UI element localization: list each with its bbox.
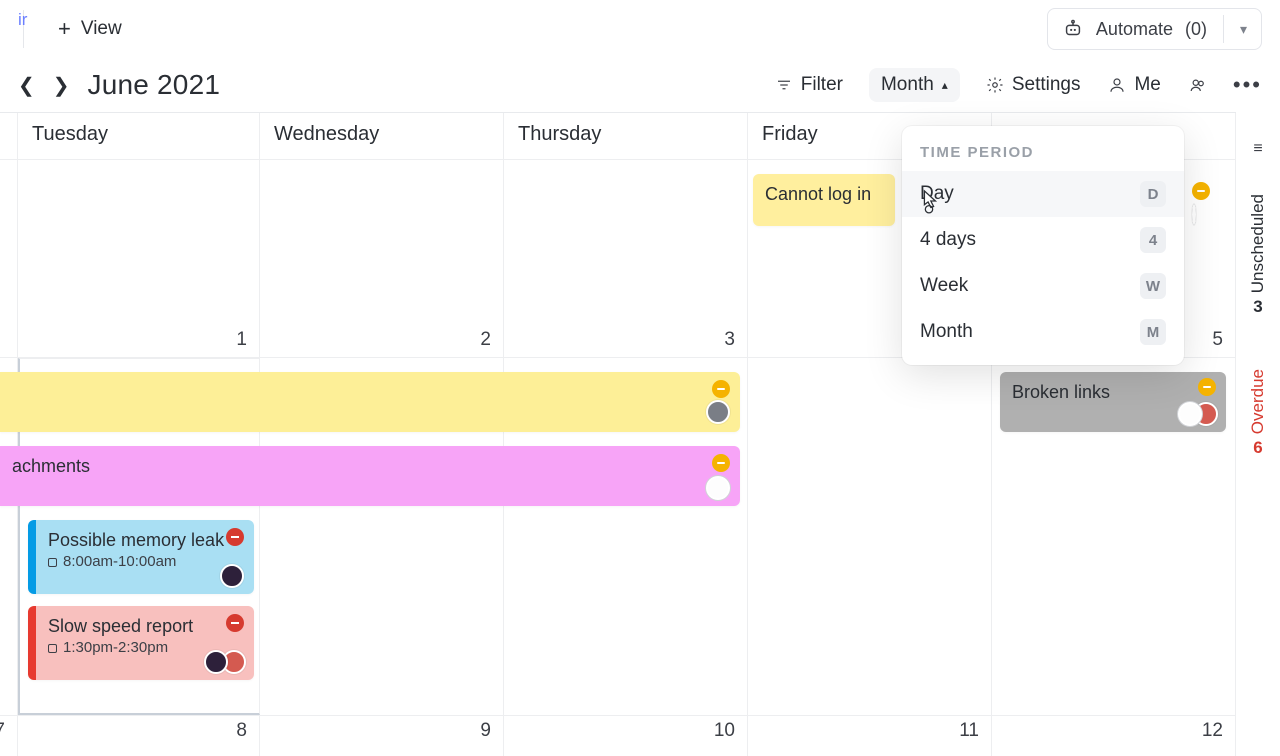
day-number: 8 <box>236 720 247 742</box>
me-label: Me <box>1134 74 1160 96</box>
event-avatar-stack <box>1192 182 1210 200</box>
status-badge-icon <box>226 528 244 546</box>
dropdown-item-key: 4 <box>1140 227 1166 253</box>
month-title: June 2021 <box>88 69 221 101</box>
next-month-button[interactable]: ❯ <box>53 73 70 98</box>
event-broken-links[interactable]: Broken links <box>1000 372 1226 432</box>
unscheduled-label[interactable]: Unscheduled <box>1248 194 1268 293</box>
settings-label: Settings <box>1012 74 1081 96</box>
rail-toggle-icon[interactable]: ≡ <box>1253 140 1262 158</box>
dropdown-item-label: Week <box>920 275 968 297</box>
overdue-label[interactable]: Overdue <box>1248 369 1268 434</box>
event-yellow-span[interactable] <box>0 372 740 432</box>
people-button[interactable] <box>1187 72 1209 98</box>
automate-button[interactable]: Automate (0) ▾ <box>1047 8 1262 50</box>
day-header: Wednesday <box>260 113 504 159</box>
event-slow-speed[interactable]: Slow speed report 1:30pm-2:30pm <box>28 606 254 680</box>
person-icon <box>1108 76 1126 94</box>
add-view-button[interactable]: + View <box>48 12 132 46</box>
avatar <box>1192 204 1196 225</box>
dropdown-item-label: Month <box>920 321 973 343</box>
day-number: 3 <box>724 329 735 351</box>
right-rail: ≡ Unscheduled 3 Overdue 6 <box>1236 118 1280 598</box>
me-button[interactable]: Me <box>1106 70 1162 100</box>
status-badge-icon <box>712 380 730 398</box>
chevron-down-icon: ▾ <box>1240 21 1247 38</box>
people-icon <box>1189 76 1207 94</box>
dropdown-item-key: M <box>1140 319 1166 345</box>
day-header: Tuesday <box>18 113 260 159</box>
dropdown-item-key: D <box>1140 181 1166 207</box>
automate-count: (0) <box>1185 19 1207 40</box>
cursor-icon <box>918 188 940 214</box>
dropdown-item-key: W <box>1140 273 1166 299</box>
avatar <box>220 564 244 588</box>
avatar <box>706 476 730 500</box>
day-number: 1 <box>236 329 247 351</box>
more-button[interactable]: ••• <box>1233 72 1262 98</box>
event-title: achments <box>12 456 90 476</box>
automate-label: Automate <box>1096 19 1173 40</box>
filter-button[interactable]: Filter <box>773 70 845 100</box>
day-number: 12 <box>1202 720 1223 742</box>
tab-edge-label: ir <box>18 10 24 48</box>
dropdown-item-month[interactable]: Month M <box>902 309 1184 355</box>
day-number: 11 <box>959 720 979 742</box>
event-time: 1:30pm-2:30pm <box>63 639 168 656</box>
avatar <box>204 650 228 674</box>
period-selected-label: Month <box>881 74 934 96</box>
day-number: 2 <box>480 329 491 351</box>
robot-icon <box>1062 18 1084 40</box>
settings-button[interactable]: Settings <box>984 70 1083 100</box>
filter-label: Filter <box>801 74 843 96</box>
day-header: Thursday <box>504 113 748 159</box>
day-number: 10 <box>714 720 735 742</box>
time-period-selector[interactable]: Month ▴ <box>869 68 960 102</box>
event-title: Possible memory leak <box>48 530 242 551</box>
calendar-row: achments Possible memory leak 8:00am-10:… <box>0 357 1236 715</box>
overdue-count: 6 <box>1253 438 1262 458</box>
status-badge-icon <box>226 614 244 632</box>
caret-up-icon: ▴ <box>942 78 948 92</box>
avatar <box>706 400 730 424</box>
event-title: Cannot log in <box>765 184 871 204</box>
gear-icon <box>986 76 1004 94</box>
avatar <box>1178 402 1202 426</box>
day-number: 9 <box>480 720 491 742</box>
status-badge-icon <box>1198 378 1216 396</box>
dropdown-item-day[interactable]: Day D <box>902 171 1184 217</box>
event-memory-leak[interactable]: Possible memory leak 8:00am-10:00am <box>28 520 254 594</box>
dropdown-item-label: 4 days <box>920 229 976 251</box>
dropdown-title: TIME PERIOD <box>902 138 1184 171</box>
plus-icon: + <box>58 18 71 40</box>
add-view-label: View <box>81 18 122 40</box>
event-attachments[interactable]: achments <box>0 446 740 506</box>
dropdown-item-4days[interactable]: 4 days 4 <box>902 217 1184 263</box>
status-badge-icon <box>712 454 730 472</box>
dropdown-item-week[interactable]: Week W <box>902 263 1184 309</box>
event-cannot-login[interactable]: Cannot log in <box>753 174 895 226</box>
event-title: Slow speed report <box>48 616 242 637</box>
event-title: Broken links <box>1012 382 1110 402</box>
event-time: 8:00am-10:00am <box>63 553 176 570</box>
unscheduled-count: 3 <box>1253 297 1262 317</box>
day-number: 7 <box>0 720 5 742</box>
status-badge-icon <box>1192 182 1210 200</box>
day-number: 5 <box>1212 329 1223 351</box>
prev-month-button[interactable]: ❮ <box>18 73 35 98</box>
time-period-dropdown: TIME PERIOD Day D 4 days 4 Week W Month … <box>902 126 1184 365</box>
filter-icon <box>775 76 793 94</box>
